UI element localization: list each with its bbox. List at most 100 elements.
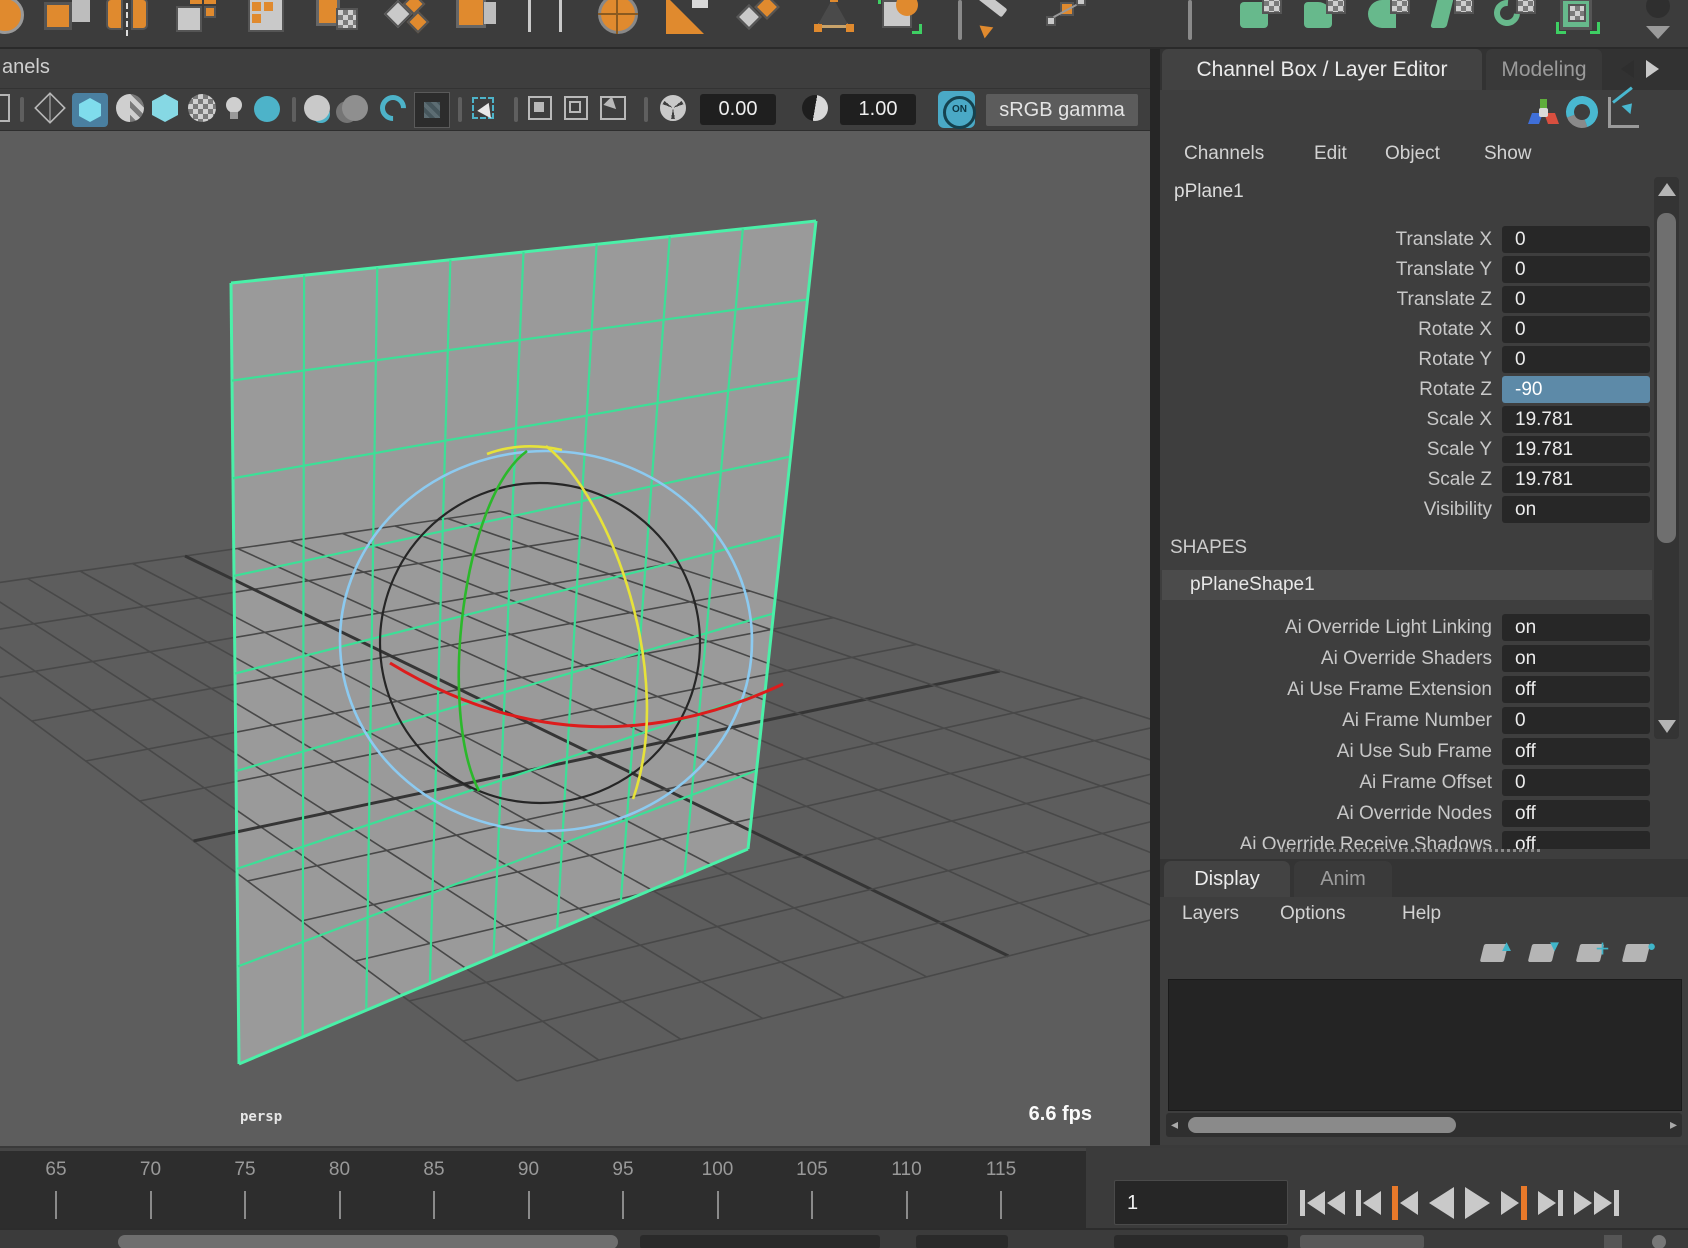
attribute-value-field[interactable]: off	[1502, 676, 1650, 703]
object-name[interactable]: pPlane1	[1174, 181, 1244, 203]
textured-cube-icon[interactable]	[152, 94, 178, 122]
go-to-start-button[interactable]	[1300, 1190, 1345, 1216]
attribute-value-field[interactable]: 0	[1502, 286, 1650, 313]
layer-editor-menu-layers[interactable]: Layers	[1182, 903, 1239, 925]
move-layer-up-icon[interactable]: ▲	[1480, 938, 1514, 968]
attribute-value-field[interactable]: 0	[1502, 256, 1650, 283]
layer-list[interactable]	[1168, 979, 1682, 1111]
attribute-value-field[interactable]: off	[1502, 831, 1650, 849]
tab-display[interactable]: Display	[1164, 861, 1290, 897]
step-back-frame-button[interactable]	[1356, 1190, 1381, 1216]
curve-fillet-icon[interactable]	[1494, 0, 1540, 40]
ssao-icon[interactable]	[304, 95, 330, 121]
gamma-mode-dropdown[interactable]: sRGB gamma	[986, 94, 1138, 126]
clipped-toolbar-icon[interactable]	[0, 94, 10, 122]
hscroll-left-icon[interactable]: ◂	[1171, 1116, 1178, 1133]
layer-list-hscrollbar[interactable]: ◂ ▸	[1166, 1113, 1682, 1137]
play-backwards-button[interactable]	[1429, 1187, 1454, 1219]
channel-box-scrollbar[interactable]	[1654, 177, 1679, 739]
curve-project-icon[interactable]	[1556, 0, 1602, 40]
color-management-toggle[interactable]: ON	[938, 91, 975, 128]
bottom-field[interactable]	[1114, 1235, 1288, 1248]
anim-pref-icon[interactable]	[1604, 1235, 1622, 1248]
quad-draw-icon[interactable]	[386, 0, 432, 40]
attribute-value-field[interactable]: on	[1502, 645, 1650, 672]
image-plane-icon[interactable]	[600, 96, 626, 120]
antialias-icon[interactable]	[375, 90, 412, 127]
go-to-end-button[interactable]	[1574, 1190, 1619, 1216]
channel-box-menu-channels[interactable]: Channels	[1184, 143, 1264, 165]
exposure-icon[interactable]	[660, 95, 686, 121]
extrude-faces-icon[interactable]	[176, 0, 222, 40]
hscroll-thumb[interactable]	[1188, 1117, 1456, 1133]
attribute-value-field[interactable]: off	[1502, 738, 1650, 765]
motion-blur-icon[interactable]	[342, 95, 368, 121]
shelf-overflow-icon[interactable]	[1638, 0, 1684, 40]
attribute-value-field[interactable]: -90	[1502, 376, 1650, 403]
duplicate-face-icon[interactable]	[44, 0, 90, 40]
curve-boolean-union-icon[interactable]	[1240, 0, 1286, 40]
mirror-geometry-icon[interactable]	[106, 0, 152, 40]
attribute-value-field[interactable]: on	[1502, 496, 1650, 523]
pencil-curve-icon[interactable]	[972, 0, 1018, 40]
multi-cut-icon[interactable]	[812, 0, 858, 40]
attribute-value-field[interactable]: on	[1502, 614, 1650, 641]
paste-buffer-icon[interactable]	[564, 96, 588, 120]
layer-editor-menu-options[interactable]: Options	[1280, 903, 1345, 925]
checker-sphere-icon[interactable]	[188, 94, 216, 122]
attribute-value-field[interactable]: off	[1502, 800, 1650, 827]
boolean-cube-icon[interactable]	[316, 0, 362, 40]
play-forwards-button[interactable]	[1465, 1187, 1490, 1219]
range-field[interactable]	[916, 1235, 1008, 1248]
smooth-mesh-icon[interactable]	[596, 0, 642, 40]
contrast-field[interactable]: 1.00	[840, 94, 916, 125]
layer-editor-menu-help[interactable]: Help	[1402, 903, 1441, 925]
contrast-icon[interactable]	[802, 95, 828, 121]
copy-buffer-icon[interactable]	[528, 96, 552, 120]
subdivide-mesh-icon[interactable]	[246, 0, 292, 40]
channel-box-menu-object[interactable]: Object	[1385, 143, 1440, 165]
attribute-value-field[interactable]: 0	[1502, 769, 1650, 796]
panel-splitter[interactable]	[1150, 49, 1160, 1145]
time-slider[interactable]: 6570758085909510010511011512	[0, 1148, 1086, 1231]
bevel-cube-icon[interactable]	[454, 0, 500, 40]
sculpt-diamond-icon[interactable]	[740, 0, 786, 40]
attribute-value-field[interactable]: 0	[1502, 226, 1650, 253]
ep-curve-icon[interactable]	[1044, 0, 1090, 40]
scroll-down-icon[interactable]	[1658, 720, 1676, 733]
scroll-up-icon[interactable]	[1658, 183, 1676, 196]
step-forward-frame-button[interactable]	[1538, 1190, 1563, 1216]
curve-slice-icon[interactable]	[1432, 0, 1478, 40]
new-empty-layer-icon[interactable]: ＋	[1576, 938, 1610, 968]
current-frame-field[interactable]: 1	[1114, 1180, 1288, 1225]
wireframe-cube-icon[interactable]	[34, 92, 66, 124]
select-tool-icon[interactable]	[472, 97, 494, 119]
move-layer-down-icon[interactable]: ▼	[1528, 938, 1562, 968]
curve-boolean-intersect-icon[interactable]	[1368, 0, 1414, 40]
range-end-field[interactable]	[640, 1235, 880, 1248]
viewport-canvas[interactable]: persp 6.6 fps	[0, 130, 1150, 1146]
pane-resize-handle[interactable]	[1280, 849, 1540, 852]
attribute-value-field[interactable]: 0	[1502, 707, 1650, 734]
shadows-icon[interactable]	[254, 96, 280, 122]
step-forward-key-button[interactable]	[1501, 1186, 1527, 1220]
tab-anim[interactable]: Anim	[1294, 861, 1392, 897]
edge-loop-icon[interactable]	[524, 0, 570, 40]
auto-key-icon[interactable]	[1652, 1235, 1666, 1248]
exposure-field[interactable]: 0.00	[700, 94, 776, 125]
curve-boolean-subtract-icon[interactable]	[1304, 0, 1350, 40]
shaded-cube-icon[interactable]	[72, 93, 108, 127]
lights-icon[interactable]	[226, 97, 242, 113]
shape-name-row[interactable]: pPlaneShape1	[1162, 570, 1652, 600]
channel-box-menu-show[interactable]: Show	[1484, 143, 1532, 165]
new-layer-from-selected-icon[interactable]: ●	[1622, 938, 1656, 968]
gamma-swatch-icon[interactable]	[414, 92, 450, 128]
make-live-icon[interactable]	[878, 0, 924, 40]
attribute-value-field[interactable]: 0	[1502, 316, 1650, 343]
poly-sphere-icon[interactable]	[0, 0, 30, 40]
channel-box-menu-edit[interactable]: Edit	[1314, 143, 1347, 165]
half-textured-sphere-icon[interactable]	[116, 94, 144, 122]
attribute-value-field[interactable]: 19.781	[1502, 406, 1650, 433]
attribute-value-field[interactable]: 0	[1502, 346, 1650, 373]
poly-plane-icon[interactable]	[666, 0, 712, 40]
